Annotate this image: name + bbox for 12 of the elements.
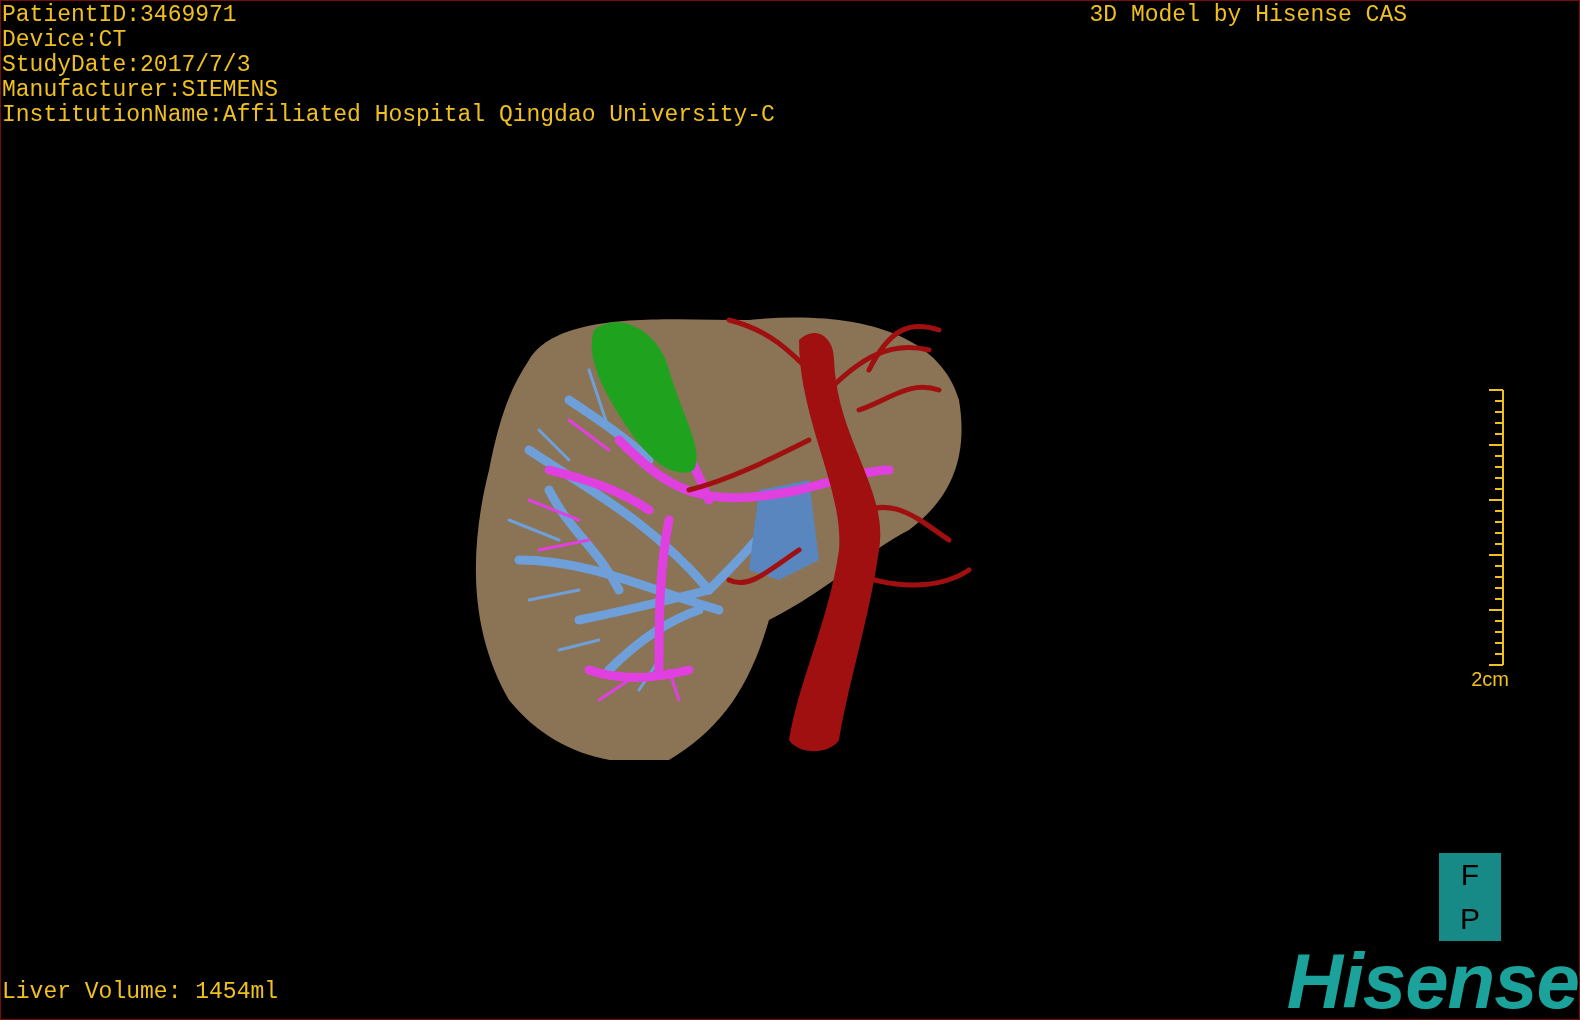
brand-logo: Hisense [1286, 941, 1579, 1020]
liver-volume: Liver Volume: 1454ml [2, 980, 279, 1005]
scale-label: 2cm [1471, 668, 1509, 690]
info-line: InstitutionName:Affiliated Hospital Qingdao University-C [2, 103, 775, 128]
info-line: Manufacturer:SIEMENS [2, 78, 280, 103]
info-line: PatientID:3469971 [2, 3, 238, 28]
orientation-letter: P [1460, 903, 1480, 935]
info-line: StudyDate:2017/7/3 [2, 53, 252, 78]
viewer-title: 3D Model by Hisense CAS [1089, 3, 1407, 28]
scale-bar-icon [1487, 388, 1505, 668]
orientation-letter: F [1460, 859, 1480, 891]
info-line: Device:CT [2, 28, 128, 53]
